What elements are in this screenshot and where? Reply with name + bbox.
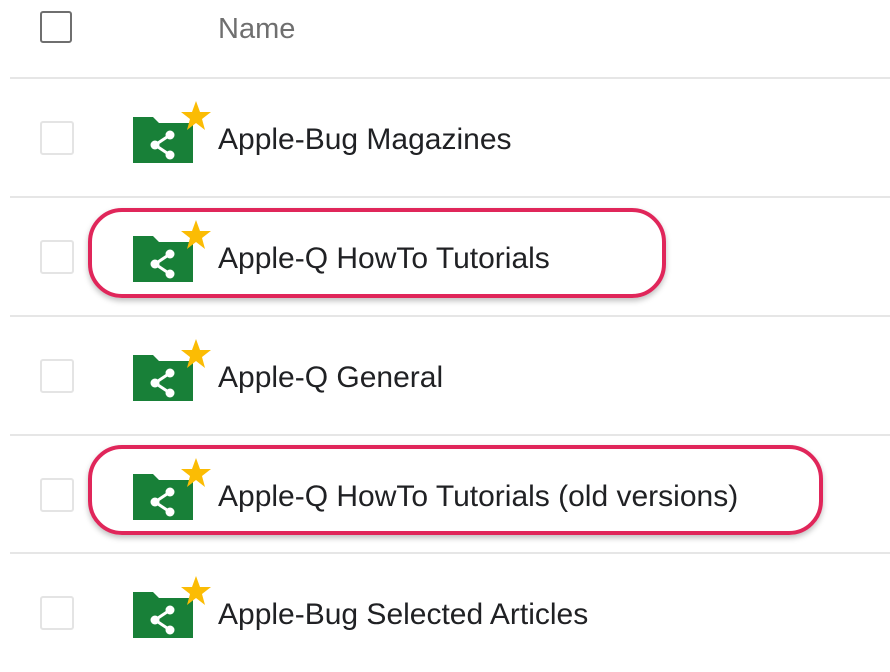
list-item[interactable]: Apple-Q HowTo Tutorials (old versions) [0, 436, 890, 554]
list-item[interactable]: Apple-Q HowTo Tutorials [0, 198, 890, 316]
row-checkbox[interactable] [40, 596, 74, 630]
shared-folder-icon [133, 458, 211, 520]
shared-folder-icon [133, 339, 211, 401]
select-all-checkbox[interactable] [40, 11, 72, 43]
folder-name: Apple-Q HowTo Tutorials [218, 242, 550, 275]
shared-folder-icon [133, 101, 211, 163]
folder-name: Apple-Bug Selected Articles [218, 598, 589, 631]
name-column-header[interactable]: Name [218, 12, 295, 46]
row-checkbox[interactable] [40, 359, 74, 393]
row-checkbox[interactable] [40, 240, 74, 274]
folder-name: Apple-Q General [218, 361, 444, 394]
folder-name: Apple-Q HowTo Tutorials (old versions) [218, 480, 739, 513]
row-checkbox[interactable] [40, 478, 74, 512]
list-item[interactable]: Apple-Q General [0, 317, 890, 435]
folder-name: Apple-Bug Magazines [218, 123, 512, 156]
file-list-header: Name [0, 0, 890, 78]
shared-folder-icon [133, 576, 211, 638]
list-item[interactable]: Apple-Bug Selected Articles [0, 554, 890, 672]
row-checkbox[interactable] [40, 121, 74, 155]
list-item[interactable]: Apple-Bug Magazines [0, 79, 890, 197]
shared-folder-icon [133, 220, 211, 282]
